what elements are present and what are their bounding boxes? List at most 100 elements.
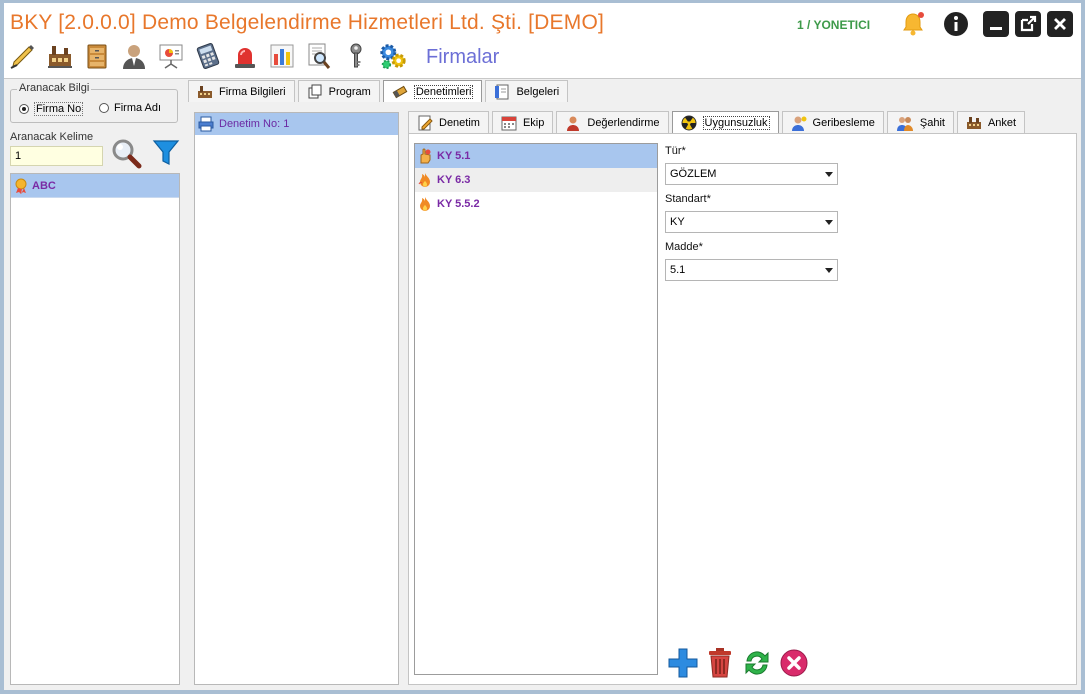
close-icon[interactable] (1047, 11, 1073, 37)
tur-label: Tür* (665, 145, 686, 157)
delete-button[interactable] (703, 646, 736, 679)
presentation-icon[interactable] (156, 41, 186, 71)
tab-label: Anket (987, 116, 1017, 129)
plus-icon (668, 648, 697, 677)
refresh-button[interactable] (740, 646, 773, 679)
firm-list: ABC (10, 173, 180, 685)
edit-doc-icon (417, 115, 433, 131)
user-label[interactable]: 1 / YONETICI (797, 18, 870, 32)
tab-anket[interactable]: Anket (956, 111, 1026, 133)
madde-select-value: 5.1 (670, 264, 686, 276)
search-field-group: Aranacak Bilgi Firma No Firma Adı (10, 82, 178, 123)
info-icon[interactable] (943, 11, 969, 37)
tab-firma-bilgileri[interactable]: Firma Bilgileri (188, 80, 295, 102)
tab-label: Denetimleri (413, 84, 474, 99)
main-tabs: Firma Bilgileri Program Denetimleri Belg… (188, 80, 571, 102)
clause-code: KY 5.5.2 (437, 198, 480, 210)
clause-list: KY 5.1 KY 6.3 KY 5.5.2 (414, 143, 658, 675)
user-icon[interactable] (119, 41, 149, 71)
radio-dot-unchecked[interactable] (99, 103, 109, 113)
refresh-icon (745, 650, 768, 675)
section-title: Firmalar (426, 46, 500, 68)
factory-icon (197, 84, 213, 100)
tab-label: Belgeleri (516, 85, 560, 98)
copy-icon (307, 84, 323, 100)
search-group-label: Aranacak Bilgi (17, 82, 92, 94)
firm-name: ABC (32, 179, 56, 192)
header-bar: BKY [2.0.0.0] Demo Belgelendirme Hizmetl… (4, 3, 1081, 79)
calculator-icon[interactable] (193, 41, 223, 71)
tab-ekip[interactable]: Ekip (491, 111, 554, 133)
radio-firma-adi[interactable]: Firma Adı (99, 102, 161, 114)
tab-sahit[interactable]: Şahit (886, 111, 954, 133)
tur-select[interactable]: GÖZLEM (665, 163, 838, 185)
key-icon[interactable] (341, 41, 371, 71)
tab-belgeleri[interactable]: Belgeleri (485, 80, 569, 102)
cabinet-icon[interactable] (82, 41, 112, 71)
tab-uygunsuzluk[interactable]: Uygunsuzluk (671, 111, 779, 133)
tab-program[interactable]: Program (297, 80, 380, 102)
people-icon (896, 115, 914, 131)
cancel-button[interactable] (777, 646, 810, 679)
feedback-person-icon (791, 115, 807, 131)
audit-list-item[interactable]: Denetim No: 1 (195, 113, 398, 135)
popout-icon[interactable] (1015, 11, 1041, 37)
tab-label: Firma Bilgileri (219, 85, 286, 98)
tab-geribesleme[interactable]: Geribesleme (781, 111, 884, 133)
radio-firma-no[interactable]: Firma No (19, 102, 84, 116)
tab-label: Geribesleme (812, 116, 875, 129)
clause-list-item[interactable]: KY 6.3 (415, 168, 657, 192)
audit-label: Denetim No: 1 (219, 118, 290, 130)
audit-sub-tabs: Denetim Ekip Değerlendirme Uygunsuzluk G… (408, 111, 1028, 133)
eraser-icon (392, 84, 408, 100)
firm-list-item[interactable]: ABC (11, 174, 179, 198)
pen-icon[interactable] (8, 41, 38, 71)
chart-icon[interactable] (267, 41, 297, 71)
notification-bell-icon[interactable] (900, 11, 926, 37)
hand-icon (420, 148, 431, 164)
award-icon (15, 178, 27, 194)
keyword-input[interactable]: 1 (10, 146, 103, 166)
person-icon (565, 115, 581, 131)
tab-degerlendirme[interactable]: Değerlendirme (556, 111, 669, 133)
factory-icon[interactable] (45, 41, 75, 71)
tab-label: Değerlendirme (587, 116, 660, 129)
standart-label: Standart* (665, 193, 711, 205)
main-toolbar (8, 39, 415, 73)
tab-label: Ekip (522, 116, 545, 129)
audit-list: Denetim No: 1 (194, 112, 399, 685)
chevron-down-icon[interactable] (825, 220, 833, 225)
clause-list-item[interactable]: KY 5.5.2 (415, 192, 657, 216)
tab-denetimleri[interactable]: Denetimleri (382, 80, 483, 102)
clause-code: KY 6.3 (437, 174, 471, 186)
chevron-down-icon[interactable] (825, 268, 833, 273)
tab-label: Program (328, 85, 371, 98)
radio-firma-adi-label: Firma Adı (114, 102, 162, 114)
chevron-down-icon[interactable] (825, 172, 833, 177)
add-button[interactable] (666, 646, 699, 679)
magnifier-report-icon[interactable] (304, 41, 334, 71)
radio-dot-checked[interactable] (19, 104, 29, 114)
minimize-icon[interactable] (983, 11, 1009, 37)
search-icon[interactable] (110, 137, 144, 174)
standart-select-value: KY (670, 216, 685, 228)
gears-icon[interactable] (378, 41, 408, 71)
standart-select[interactable]: KY (665, 211, 838, 233)
app-window: BKY [2.0.0.0] Demo Belgelendirme Hizmetl… (0, 0, 1085, 694)
tab-label: Şahit (919, 116, 945, 129)
calendar-icon (501, 115, 517, 131)
alarm-icon[interactable] (230, 41, 260, 71)
tab-denetim[interactable]: Denetim (408, 111, 489, 133)
radiation-icon (681, 115, 697, 131)
fire-icon (418, 173, 430, 187)
madde-label: Madde* (665, 241, 703, 253)
clause-code: KY 5.1 (437, 150, 471, 162)
app-title: BKY [2.0.0.0] Demo Belgelendirme Hizmetl… (10, 11, 605, 34)
printer-icon (198, 116, 214, 132)
keyword-label: Aranacak Kelime (10, 131, 94, 143)
factory-icon (966, 115, 982, 131)
clause-list-item[interactable]: KY 5.1 (415, 144, 657, 168)
certificate-icon (494, 84, 510, 100)
filter-icon[interactable] (152, 138, 180, 171)
madde-select[interactable]: 5.1 (665, 259, 838, 281)
